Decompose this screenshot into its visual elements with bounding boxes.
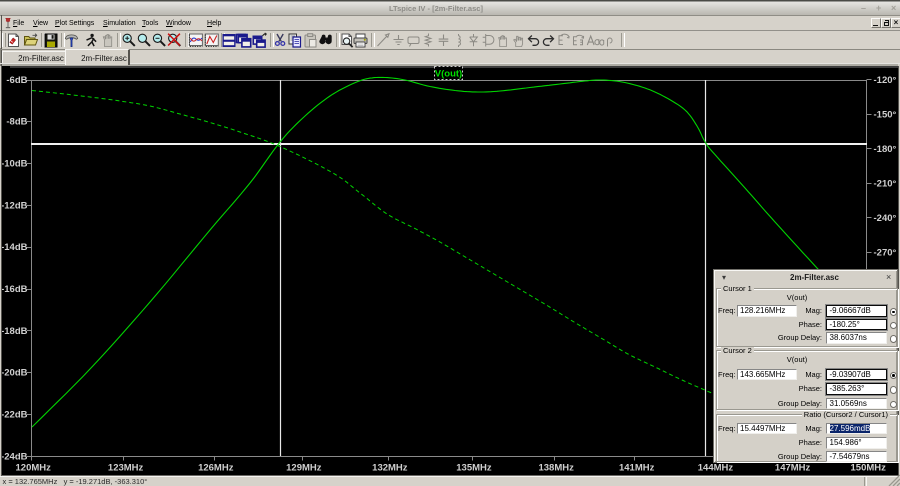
svg-text:-18dB: -18dB <box>1 326 28 337</box>
svg-text:135MHz: 135MHz <box>456 463 492 474</box>
svg-text:-14dB: -14dB <box>1 242 28 253</box>
svg-text:-12dB: -12dB <box>1 200 28 211</box>
svg-text:120MHz: 120MHz <box>16 463 52 474</box>
svg-text:132MHz: 132MHz <box>372 463 408 474</box>
svg-text:V(out): V(out) <box>435 69 462 80</box>
svg-text:-8dB: -8dB <box>6 117 27 128</box>
svg-text:-120°: -120° <box>874 75 897 86</box>
svg-text:138MHz: 138MHz <box>538 463 574 474</box>
svg-text:-10dB: -10dB <box>1 159 28 170</box>
svg-text:-180°: -180° <box>874 144 897 155</box>
svg-text:-210°: -210° <box>874 179 897 190</box>
svg-text:123MHz: 123MHz <box>108 463 144 474</box>
svg-text:-24dB: -24dB <box>1 451 28 462</box>
svg-text:-240°: -240° <box>874 213 897 224</box>
svg-text:150MHz: 150MHz <box>851 463 887 474</box>
svg-text:141MHz: 141MHz <box>619 463 655 474</box>
svg-text:-150°: -150° <box>874 110 897 121</box>
svg-text:-20dB: -20dB <box>1 368 28 379</box>
svg-text:144MHz: 144MHz <box>698 463 734 474</box>
svg-text:126MHz: 126MHz <box>198 463 234 474</box>
svg-text:-22dB: -22dB <box>1 409 28 420</box>
svg-text:147MHz: 147MHz <box>775 463 811 474</box>
svg-text:-16dB: -16dB <box>1 284 28 295</box>
svg-text:-270°: -270° <box>874 248 897 259</box>
svg-text:-6dB: -6dB <box>6 75 27 86</box>
svg-text:129MHz: 129MHz <box>286 463 322 474</box>
